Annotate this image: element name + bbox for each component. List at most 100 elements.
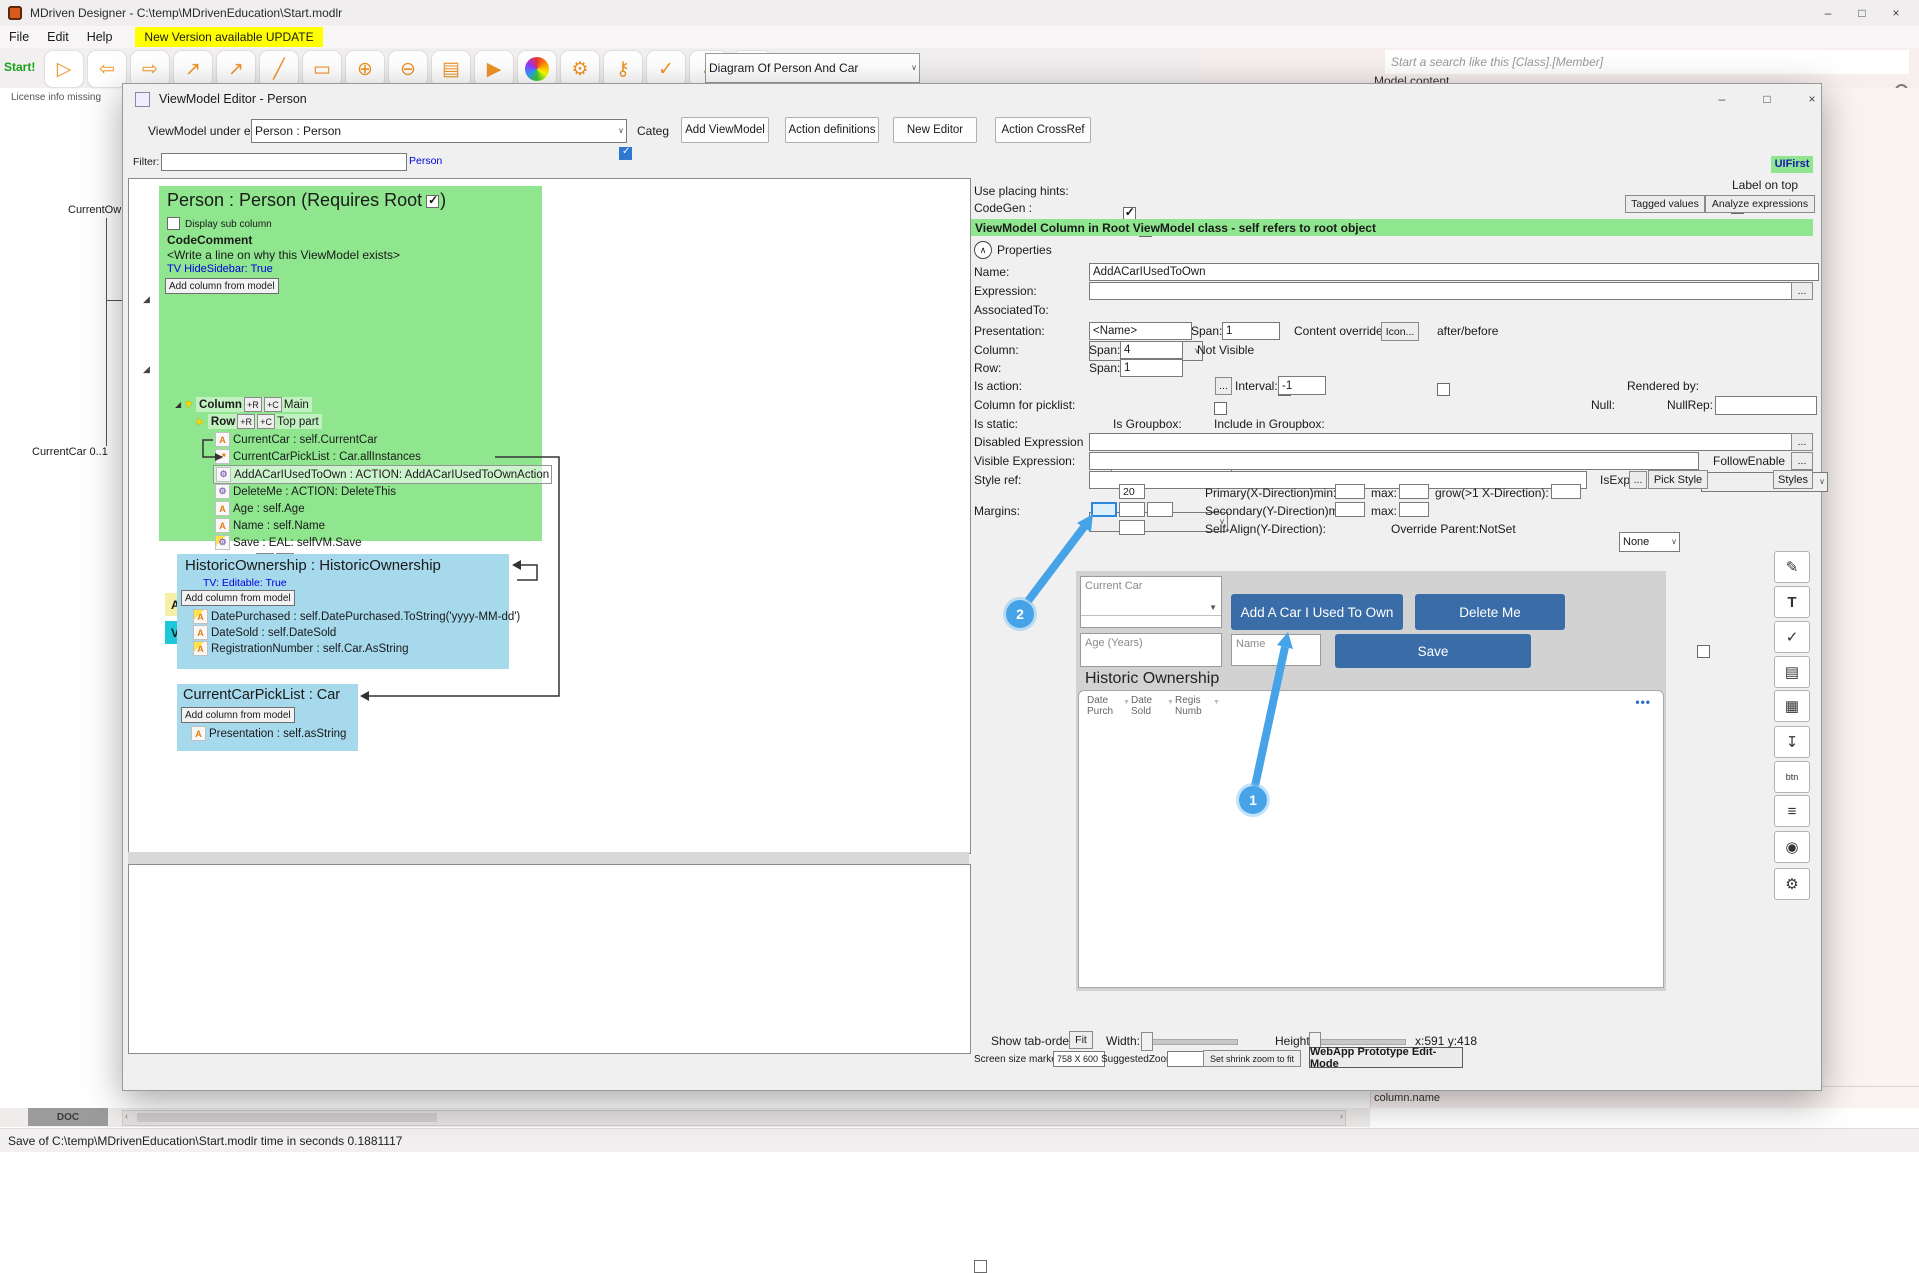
style-globe-icon-button[interactable]: ◉ [1774,831,1810,863]
style-button-icon-button[interactable]: btn [1774,761,1810,793]
tree-node-currentcarpicklist[interactable]: ↗CurrentCarPickList : Car.allInstances [215,448,421,465]
style-insert-icon-button[interactable]: ↧ [1774,726,1810,758]
add-row-button[interactable]: +R [237,414,255,429]
scroll-left-arrow-icon[interactable]: ‹ [125,1111,128,1121]
tagged-value-editable[interactable]: TV: Editable: True [203,577,287,589]
doc-tab[interactable]: DOC [28,1108,108,1126]
tree-node-addacariusedtoown-selected[interactable]: ⚙AddACarIUsedToOwn : ACTION: AddACarIUse… [213,465,552,484]
styles-button[interactable]: Styles [1773,470,1813,489]
width-slider[interactable] [1141,1039,1238,1045]
tree-node-presentation[interactable]: APresentation : self.asString [191,725,346,742]
search-input[interactable]: Start a search like this [Class].[Member… [1385,50,1909,74]
margin-top-input[interactable]: 20 [1119,484,1145,499]
filter-class-link[interactable]: Person [409,155,442,167]
canvas-splitter[interactable] [128,852,969,864]
preview-save-button[interactable]: Save [1335,634,1531,668]
start-label[interactable]: Start! [4,60,35,74]
presentation-input[interactable]: <Name> [1089,322,1192,340]
sort-icon[interactable]: ▼ [1123,699,1130,706]
presentation-span-input[interactable]: 1 [1222,322,1280,340]
menu-help[interactable]: Help [78,27,122,47]
not-visible-checkbox[interactable] [1214,402,1227,415]
run-play-icon[interactable]: ▷ [44,50,84,88]
grow-input[interactable] [1551,484,1581,499]
diagram-selector[interactable]: Diagram Of Person And Car [705,53,920,83]
dialog-titlebar[interactable]: ViewModel Editor - Person [123,84,1821,114]
add-column-from-model-button[interactable]: Add column from model [181,707,295,723]
style-settings-icon-button[interactable]: ⚙ [1774,868,1810,900]
window-minimize-button[interactable]: – [1811,3,1845,23]
filter-input[interactable] [161,153,407,171]
action-crossref-button[interactable]: Action CrossRef [995,117,1091,143]
disabled-expression-input[interactable] [1089,433,1795,451]
add-column-button[interactable]: +C [264,397,282,412]
primary-min-input[interactable] [1335,484,1365,499]
sort-icon[interactable]: ▼ [1213,699,1220,706]
menu-file[interactable]: File [0,27,38,47]
tree-expander-icon[interactable]: ◢ [143,364,150,375]
width-slider-thumb[interactable] [1141,1032,1153,1051]
margin-right-input[interactable] [1147,502,1173,517]
preview-name-field[interactable]: Name [1231,634,1321,666]
pick-style-button[interactable]: Pick Style [1648,470,1708,489]
window-close-button[interactable]: × [1879,3,1913,23]
secondary-max-input[interactable] [1399,502,1429,517]
margin-left-input[interactable] [1091,502,1117,517]
dialog-close-button[interactable]: × [1795,89,1829,109]
new-editor-button[interactable]: New Editor [893,117,977,143]
action-ellipsis-button[interactable]: ... [1215,377,1232,395]
preview-add-car-button[interactable]: Add A Car I Used To Own [1231,594,1403,630]
style-ellipsis-button[interactable]: ... [1629,471,1647,489]
tree-node-column-main[interactable]: ◢ ▼ Column +R +C Main [175,396,312,413]
preview-age-field[interactable]: Age (Years) [1080,633,1222,667]
action-definitions-button[interactable]: Action definitions [785,117,879,143]
dialog-minimize-button[interactable]: – [1705,89,1739,109]
row-span-input[interactable]: 1 [1120,359,1183,377]
requires-root-checkbox[interactable] [426,195,439,208]
grid-column-header[interactable]: RegisNumb [1175,695,1215,717]
preview-delete-me-button[interactable]: Delete Me [1415,594,1565,630]
tree-node-name[interactable]: AName : self.Name [215,517,325,534]
secondary-min-input[interactable] [1335,502,1365,517]
add-viewmodel-button[interactable]: Add ViewModel [681,117,769,143]
horizontal-scrollbar[interactable]: ‹ › [122,1110,1346,1126]
grid-column-header[interactable]: DatePurch [1087,695,1125,717]
column-span-input[interactable]: 4 [1120,341,1183,359]
interval-input[interactable]: -1 [1278,376,1326,395]
tree-node-save[interactable]: ⚙Save : EAL: selfVM.Save [215,534,361,551]
under-edit-combobox[interactable]: Person : Person [251,119,627,143]
tree-node-registrationnumber[interactable]: ARegistrationNumber : self.Car.AsString [193,640,409,657]
margin-bottom-input[interactable] [1119,520,1145,535]
tree-node-datesold[interactable]: ADateSold : self.DateSold [193,624,336,641]
add-column-from-model-button[interactable]: Add column from model [181,590,295,606]
dialog-maximize-button[interactable]: □ [1750,89,1784,109]
window-maximize-button[interactable]: □ [1845,3,1879,23]
tree-expander-icon[interactable]: ◢ [143,294,150,305]
display-sub-column-checkbox[interactable] [167,217,180,230]
nullrep-input[interactable] [1715,396,1817,415]
tree-node-currentcar[interactable]: ACurrentCar : self.CurrentCar [215,431,377,448]
primary-max-input[interactable] [1399,484,1429,499]
scrollbar-thumb[interactable] [137,1113,437,1122]
add-column-from-model-button[interactable]: Add column from model [165,278,279,294]
grid-column-header[interactable]: DateSold [1131,695,1169,717]
height-slider[interactable] [1309,1039,1406,1045]
codecomment-value[interactable]: <Write a line on why this ViewModel exis… [167,248,400,262]
categ-checkbox[interactable] [619,147,632,160]
sort-icon[interactable]: ▼ [1167,699,1174,706]
tagged-values-button[interactable]: Tagged values [1625,195,1705,213]
nav-back-icon[interactable]: ⇦ [87,50,127,88]
preview-currentcar-combobox[interactable]: Current Car ▼ [1080,576,1222,628]
tagged-value-hidesidebar[interactable]: TV HideSidebar: True [167,263,273,275]
tree-node-row-toppart[interactable]: ► Row +R +C Top part [195,413,322,430]
update-banner[interactable]: New Version available UPDATE [135,27,322,47]
expander-icon[interactable]: ◢ [175,400,181,409]
tree-node-deleteme[interactable]: ⚙DeleteMe : ACTION: DeleteThis [215,483,396,500]
expression-ellipsis-button[interactable]: ... [1791,282,1813,300]
fit-button[interactable]: Fit [1069,1031,1093,1049]
disabled-ellipsis-button[interactable]: ... [1791,433,1813,451]
style-checkbox-icon-button[interactable]: ✓ [1774,621,1810,653]
scroll-right-arrow-icon[interactable]: › [1340,1111,1343,1121]
followenable-checkbox[interactable] [1697,645,1710,658]
style-list-icon-button[interactable]: ≡ [1774,795,1810,827]
